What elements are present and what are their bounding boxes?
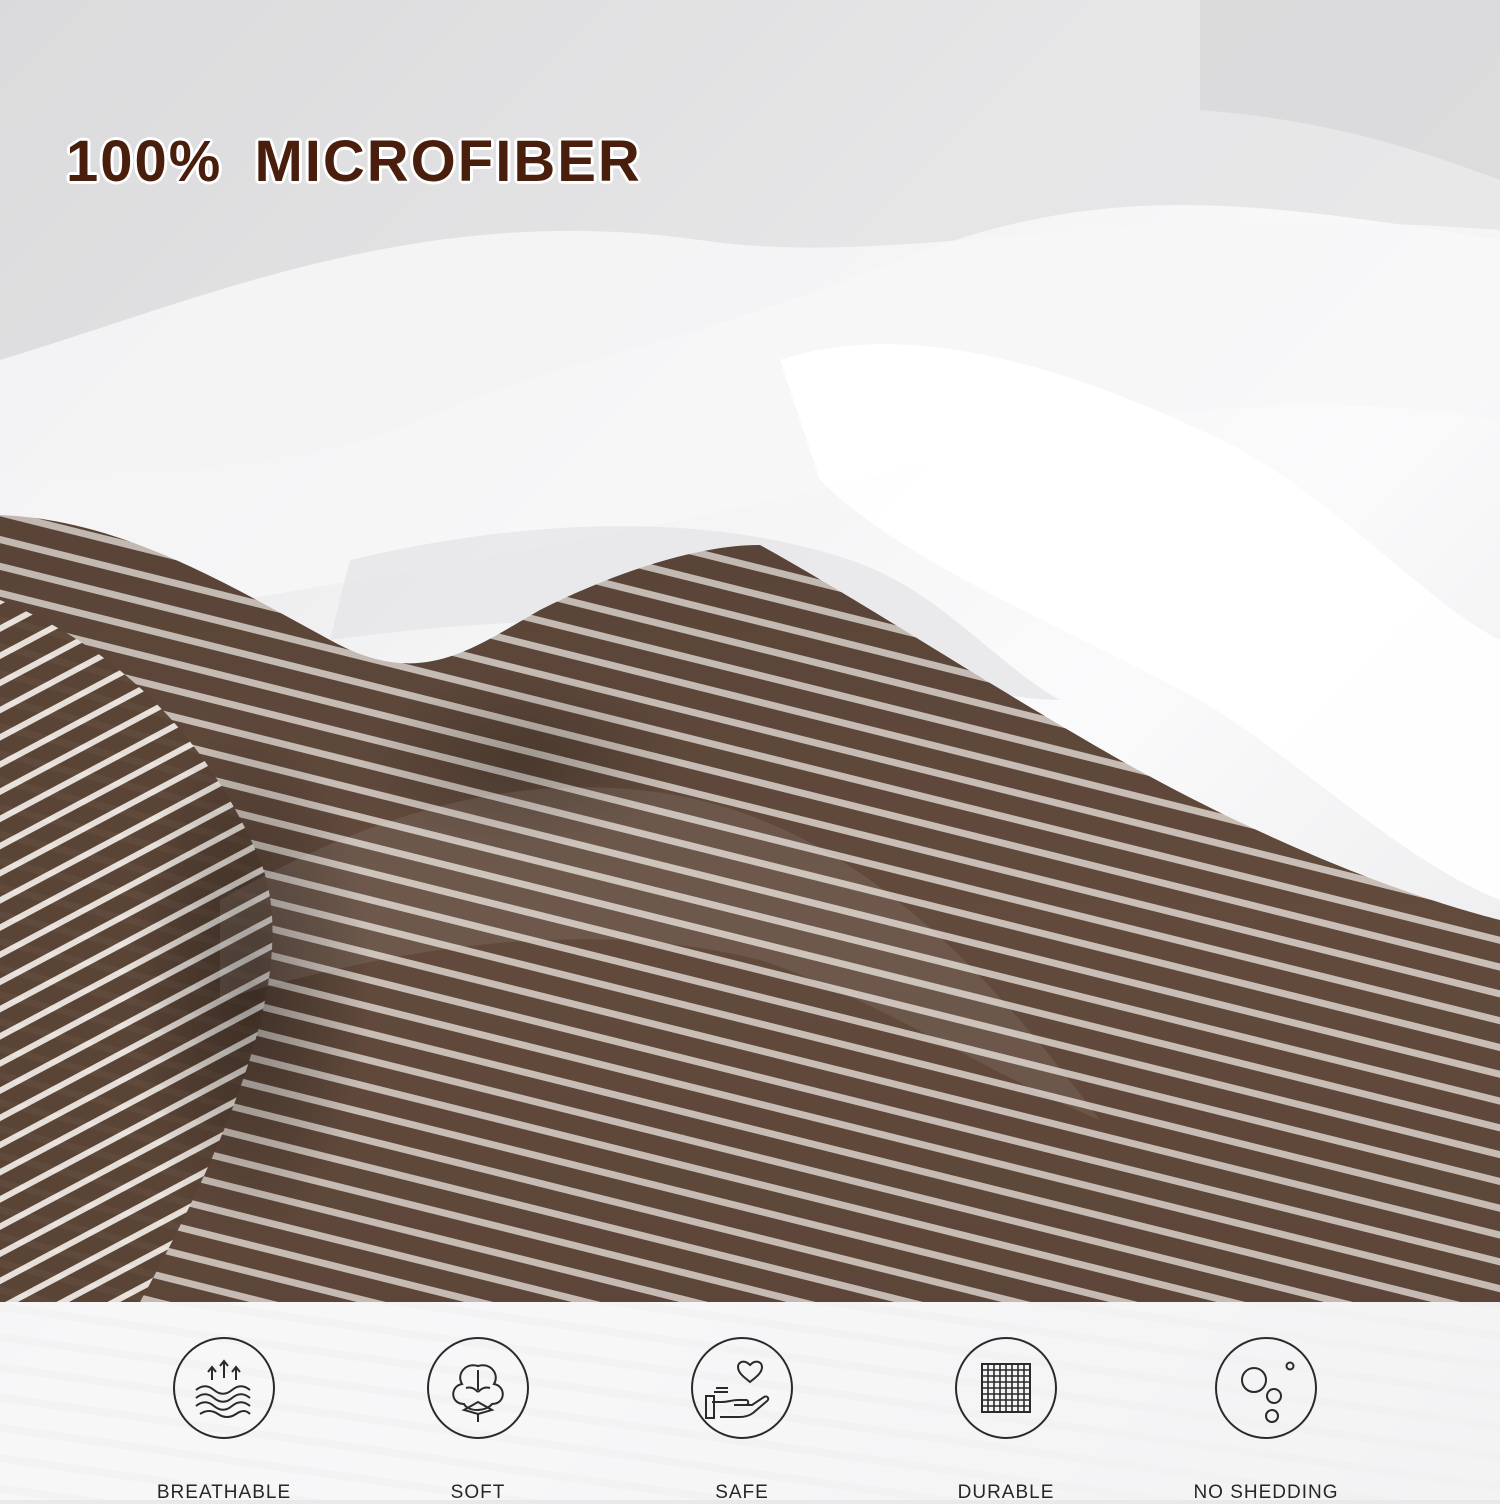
headline-title: 100% MICROFIBER	[66, 129, 642, 194]
feature-breathable: BREATHABLE	[114, 1336, 334, 1504]
feature-no-shedding: NO SHEDDING	[1156, 1336, 1376, 1504]
feature-label: DURABLE	[957, 1482, 1055, 1503]
breathable-layers-icon	[173, 1337, 275, 1439]
woven-grid-icon	[955, 1337, 1057, 1439]
features-band: BREATHABLE SOFT SAFE DURABLE NO SHEDDING	[0, 1302, 1500, 1503]
feature-safe: SAFE	[632, 1336, 852, 1504]
feature-label: SAFE	[715, 1482, 769, 1503]
feature-label: NO SHEDDING	[1193, 1482, 1339, 1503]
feature-durable: DURABLE	[896, 1336, 1116, 1504]
fabric-photo	[0, 0, 1500, 1500]
cotton-boll-icon	[427, 1337, 529, 1439]
feature-label: BREATHABLE	[156, 1482, 292, 1503]
heart-hand-icon	[691, 1337, 793, 1439]
feature-label: SOFT	[450, 1482, 506, 1503]
bubbles-icon	[1215, 1337, 1317, 1439]
feature-soft: SOFT	[368, 1336, 588, 1504]
